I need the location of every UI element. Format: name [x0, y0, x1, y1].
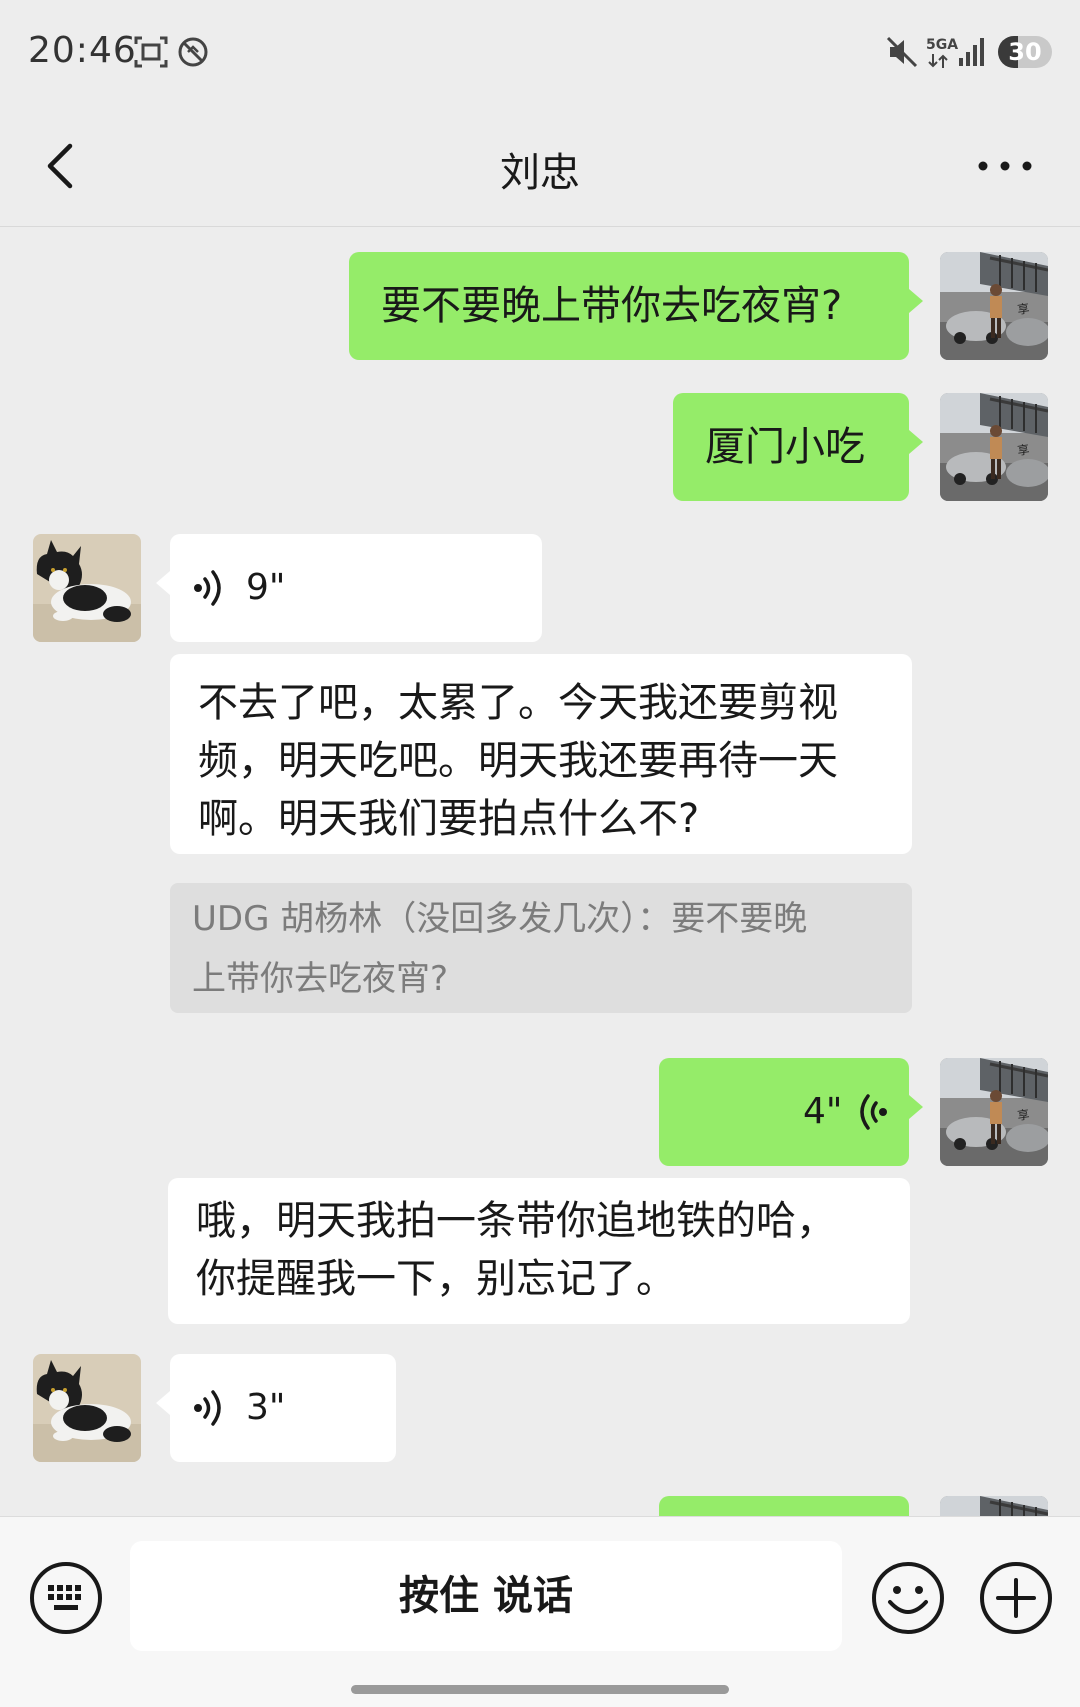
voice-transcription[interactable]: 不去了吧，太累了。今天我还要剪视 频，明天吃吧。明天我还要再待一天 啊。明天我们…	[170, 654, 912, 854]
voice-icon	[194, 570, 221, 606]
data-arrows-icon	[928, 54, 948, 68]
battery-indicator: 30	[998, 36, 1052, 68]
text-message-bubble[interactable]: 厦门小吃	[673, 393, 909, 501]
quoted-message[interactable]: UDG 胡杨林（没回多发几次）：要不要晚 上带你去吃夜宵?	[170, 883, 912, 1013]
chat-area[interactable]: 要不要晚上带你去吃夜宵? 厦门小吃 9" 不去了吧，太累了。今天我还要剪视 频，…	[0, 226, 1080, 1516]
voice-message-bubble[interactable]: 4"	[659, 1058, 909, 1166]
bubble-tail	[909, 1095, 923, 1119]
message-text: 厦门小吃	[705, 424, 865, 470]
voice-duration: 4"	[803, 1091, 843, 1132]
bubble-tail	[156, 571, 170, 595]
contact-avatar[interactable]	[33, 534, 141, 642]
mute-icon	[886, 36, 918, 68]
text-message-bubble[interactable]: 要不要晚上带你去吃夜宵?	[349, 252, 909, 360]
chat-title: 刘忠	[500, 150, 580, 196]
my-avatar[interactable]	[940, 252, 1048, 360]
home-indicator[interactable]	[351, 1685, 729, 1694]
status-time: 20:46	[28, 30, 137, 71]
signal-icon	[959, 38, 984, 66]
partial-message-bubble[interactable]	[659, 1496, 909, 1516]
transcription-line: 啊。明天我们要拍点什么不?	[198, 796, 700, 842]
nav-bar: 刘忠	[0, 108, 1080, 227]
network-label: 5GA	[926, 37, 959, 53]
voice-duration: 9"	[246, 567, 286, 608]
my-avatar[interactable]	[940, 393, 1048, 501]
plus-icon[interactable]	[978, 1560, 1054, 1636]
status-bar: 20:46 5GA 30	[0, 0, 1080, 108]
voice-duration: 3"	[246, 1387, 286, 1428]
voice-icon	[860, 1094, 887, 1130]
more-icon[interactable]	[970, 136, 1040, 196]
input-bar: 按住 说话	[0, 1516, 1080, 1707]
voice-message-bubble[interactable]: 9"	[170, 534, 542, 642]
battery-level: 30	[1008, 38, 1042, 66]
transcription-line: 你提醒我一下，别忘记了。	[196, 1256, 676, 1302]
quote-line: 上带你去吃夜宵?	[192, 959, 449, 999]
bubble-tail	[909, 430, 923, 454]
bubble-tail	[156, 1391, 170, 1415]
voice-icon	[194, 1390, 221, 1426]
my-avatar[interactable]	[940, 1058, 1048, 1166]
bubble-tail	[909, 289, 923, 313]
transcription-line: 哦，明天我拍一条带你追地铁的哈，	[196, 1198, 836, 1244]
voice-message-bubble[interactable]: 3"	[170, 1354, 396, 1462]
keyboard-icon[interactable]	[28, 1560, 104, 1636]
emoji-icon[interactable]	[870, 1560, 946, 1636]
screenshot-icon	[134, 36, 168, 68]
message-text: 要不要晚上带你去吃夜宵?	[381, 283, 843, 329]
transcription-line: 不去了吧，太累了。今天我还要剪视	[198, 680, 838, 726]
contact-avatar[interactable]	[33, 1354, 141, 1462]
block-icon	[178, 37, 208, 67]
voice-transcription[interactable]: 哦，明天我拍一条带你追地铁的哈， 你提醒我一下，别忘记了。	[168, 1178, 910, 1324]
transcription-line: 频，明天吃吧。明天我还要再待一天	[198, 738, 838, 784]
hold-to-talk-button[interactable]: 按住 说话	[130, 1541, 842, 1651]
my-avatar[interactable]	[940, 1496, 1048, 1516]
quote-line: UDG 胡杨林（没回多发几次）：要不要晚	[192, 899, 808, 939]
